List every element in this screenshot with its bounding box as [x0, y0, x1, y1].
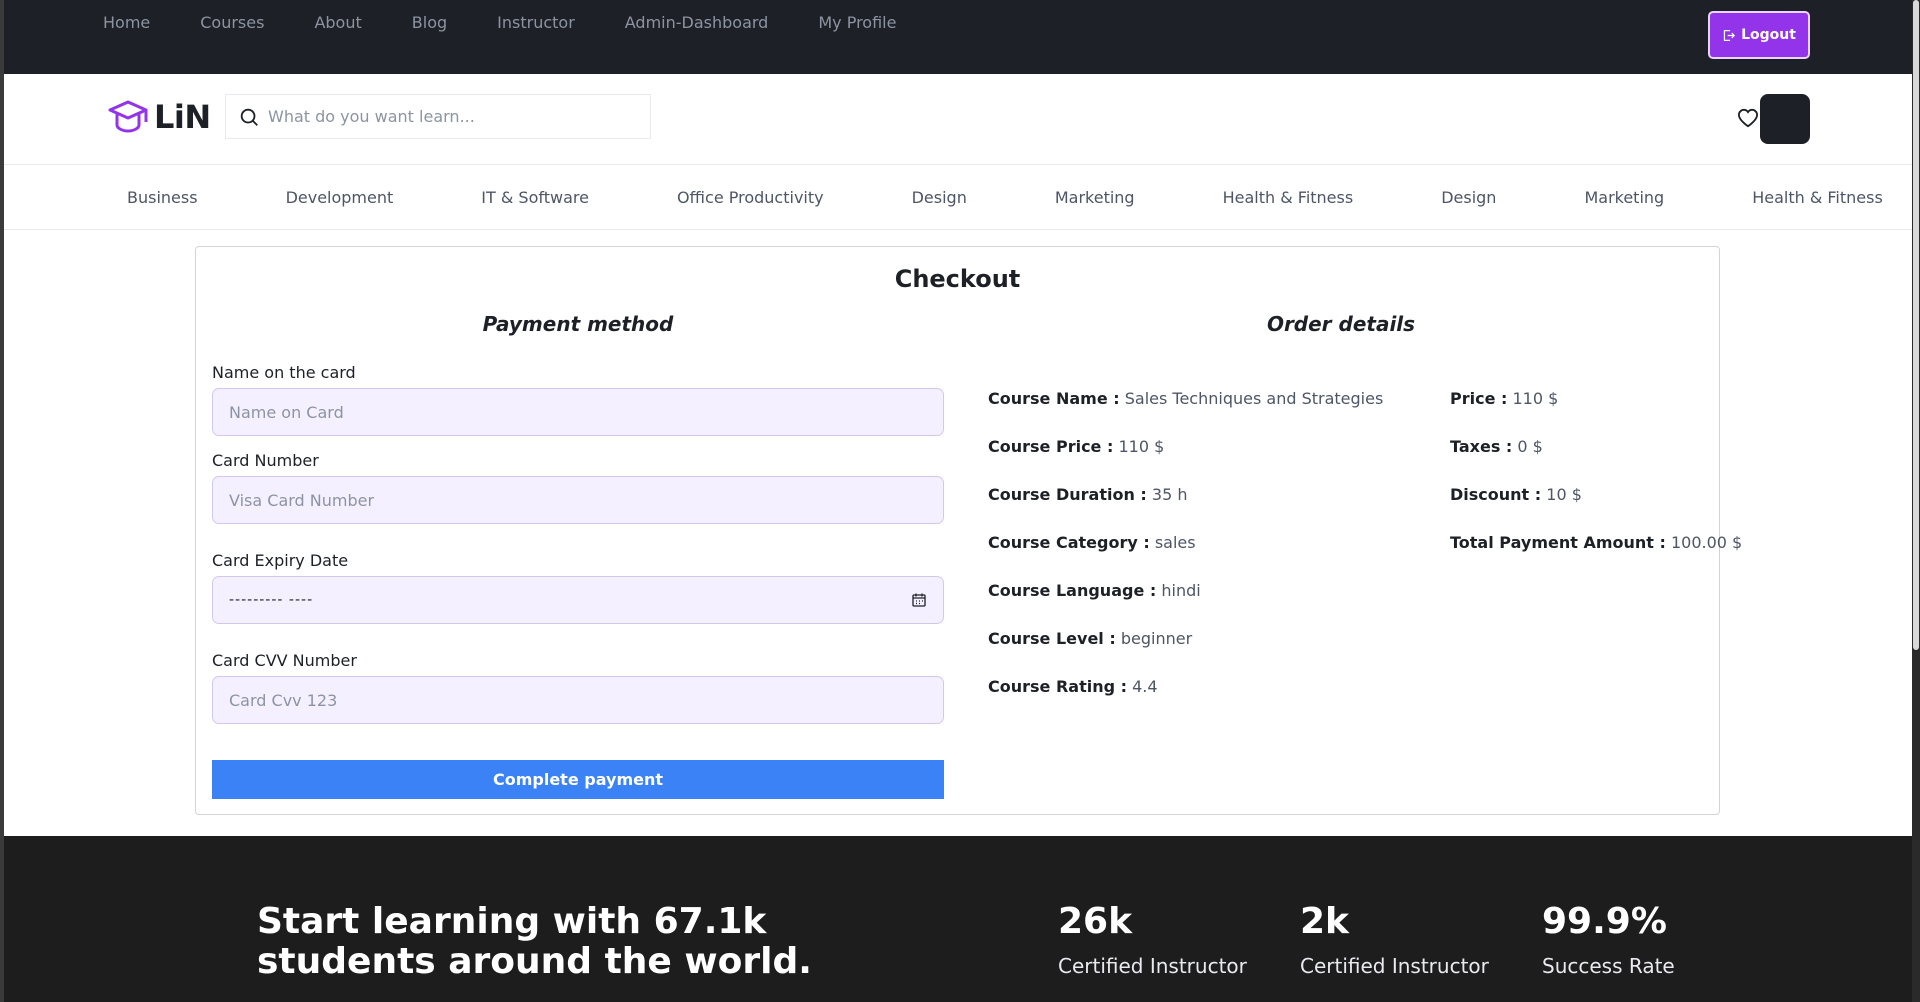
summary-label: Price : [1450, 389, 1508, 408]
stat-label: Certified Instructor [1300, 954, 1489, 978]
stat-instructors: 26k Certified Instructor [1058, 901, 1247, 979]
category-development[interactable]: Development [286, 188, 394, 207]
search-box[interactable] [225, 94, 651, 139]
card-cvv-field[interactable] [212, 676, 944, 724]
stat-label: Success Rate [1542, 954, 1675, 978]
course-rating-row: Course Rating : 4.4 [988, 677, 1158, 696]
stat-number: 2k [1300, 901, 1349, 942]
logout-icon [1723, 29, 1736, 41]
stat-instructors-2: 2k Certified Instructor [1300, 901, 1489, 979]
card-expiry-label: Card Expiry Date [212, 551, 349, 570]
category-design-2[interactable]: Design [1441, 188, 1496, 207]
summary-value: 10 $ [1546, 485, 1582, 504]
category-health-fitness[interactable]: Health & Fitness [1223, 188, 1354, 207]
card-number-input[interactable] [229, 490, 927, 510]
course-category-row: Course Category : sales [988, 533, 1196, 552]
detail-label: Course Language : [988, 581, 1157, 600]
summary-value: 110 $ [1512, 389, 1559, 408]
logout-label: Logout [1741, 27, 1796, 43]
category-bar: Business Development IT & Software Offic… [4, 165, 1912, 230]
footer-headline: Start learning with 67.1k students aroun… [257, 901, 812, 982]
discount-row: Discount : 10 $ [1450, 485, 1582, 504]
page: Home Courses About Blog Instructor Admin… [4, 0, 1912, 1002]
detail-value: sales [1154, 533, 1196, 552]
calendar-icon[interactable] [911, 592, 927, 608]
avatar[interactable] [1760, 94, 1810, 144]
complete-payment-button[interactable]: Complete payment [212, 760, 944, 799]
name-on-card-input[interactable] [229, 402, 927, 422]
scrollbar[interactable] [1912, 0, 1920, 1002]
footer: Start learning with 67.1k students aroun… [4, 836, 1912, 1002]
taxes-row: Taxes : 0 $ [1450, 437, 1543, 456]
name-on-card-label: Name on the card [212, 363, 356, 382]
stat-label: Certified Instructor [1058, 954, 1247, 978]
detail-label: Course Price : [988, 437, 1114, 456]
scrollbar-thumb[interactable] [1913, 0, 1919, 650]
card-expiry-field[interactable]: --------- ---- [212, 576, 944, 624]
nav-my-profile[interactable]: My Profile [818, 13, 896, 32]
nav-home[interactable]: Home [103, 13, 150, 32]
detail-label: Course Level : [988, 629, 1116, 648]
total-payment-row: Total Payment Amount : 100.00 $ [1450, 533, 1742, 552]
card-number-field[interactable] [212, 476, 944, 524]
search-icon [240, 108, 258, 126]
logo[interactable]: LiN [108, 98, 211, 136]
logout-button[interactable]: Logout [1708, 11, 1810, 59]
course-duration-row: Course Duration : 35 h [988, 485, 1188, 504]
category-design[interactable]: Design [912, 188, 967, 207]
nav-courses[interactable]: Courses [200, 13, 264, 32]
category-health-fitness-2[interactable]: Health & Fitness [1752, 188, 1883, 207]
summary-label: Total Payment Amount : [1450, 533, 1666, 552]
card-number-label: Card Number [212, 451, 319, 470]
detail-value: hindi [1161, 581, 1201, 600]
nav-blog[interactable]: Blog [412, 13, 447, 32]
search-input[interactable] [268, 107, 638, 126]
name-on-card-field[interactable] [212, 388, 944, 436]
course-level-row: Course Level : beginner [988, 629, 1192, 648]
detail-label: Course Category : [988, 533, 1150, 552]
course-price-row: Course Price : 110 $ [988, 437, 1164, 456]
order-details-title: Order details [1266, 312, 1416, 336]
nav-instructor[interactable]: Instructor [497, 13, 575, 32]
detail-value: 110 $ [1118, 437, 1165, 456]
detail-label: Course Name : [988, 389, 1120, 408]
top-nav: Home Courses About Blog Instructor Admin… [103, 0, 946, 44]
nav-admin-dashboard[interactable]: Admin-Dashboard [625, 13, 769, 32]
logo-text: LiN [154, 98, 211, 136]
checkout-card: Checkout Payment method Order details Na… [195, 246, 1742, 815]
top-bar: Home Courses About Blog Instructor Admin… [4, 0, 1912, 74]
price-row: Price : 110 $ [1450, 389, 1558, 408]
stat-success-rate: 99.9% Success Rate [1542, 901, 1675, 979]
detail-label: Course Duration : [988, 485, 1147, 504]
category-business[interactable]: Business [127, 188, 198, 207]
category-office-productivity[interactable]: Office Productivity [677, 188, 824, 207]
card-cvv-label: Card CVV Number [212, 651, 357, 670]
detail-value: 35 h [1151, 485, 1188, 504]
header: LiN [4, 74, 1912, 165]
summary-label: Discount : [1450, 485, 1542, 504]
detail-label: Course Rating : [988, 677, 1128, 696]
detail-value: 4.4 [1132, 677, 1158, 696]
stat-number: 99.9% [1542, 901, 1667, 942]
summary-value: 100.00 $ [1670, 533, 1743, 552]
category-marketing-2[interactable]: Marketing [1584, 188, 1664, 207]
detail-value: Sales Techniques and Strategies [1124, 389, 1384, 408]
wishlist-heart-icon[interactable] [1737, 108, 1759, 132]
detail-value: beginner [1120, 629, 1193, 648]
summary-value: 0 $ [1517, 437, 1543, 456]
card-expiry-value[interactable]: --------- ---- [229, 592, 911, 608]
course-language-row: Course Language : hindi [988, 581, 1201, 600]
nav-about[interactable]: About [314, 13, 361, 32]
category-it-software[interactable]: IT & Software [481, 188, 589, 207]
course-name-row: Course Name : Sales Techniques and Strat… [988, 389, 1383, 408]
card-cvv-input[interactable] [229, 690, 927, 710]
stat-number: 26k [1058, 901, 1133, 942]
summary-label: Taxes : [1450, 437, 1513, 456]
checkout-title: Checkout [894, 265, 1021, 293]
payment-method-title: Payment method [482, 312, 674, 336]
category-marketing[interactable]: Marketing [1055, 188, 1135, 207]
graduation-cap-icon [108, 100, 148, 133]
